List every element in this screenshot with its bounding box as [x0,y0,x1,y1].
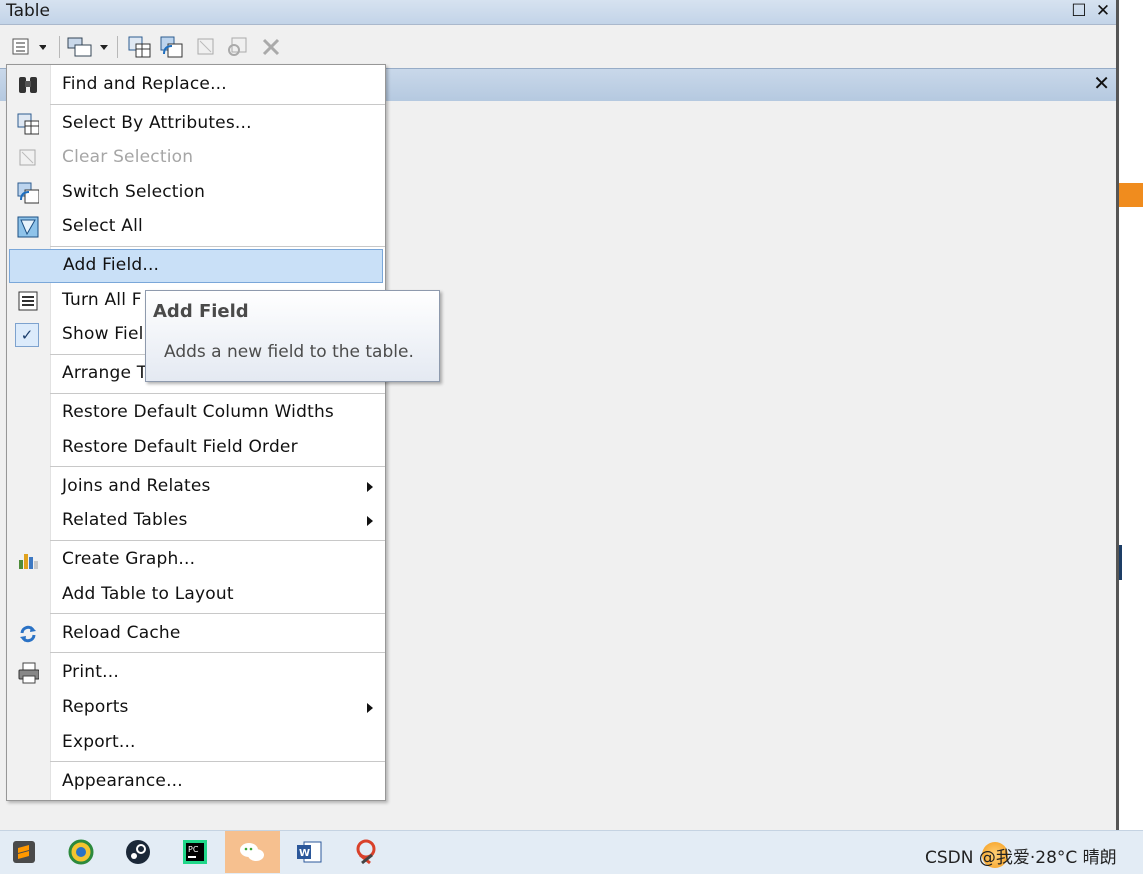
menu-item-create-graph[interactable]: Create Graph... [7,543,385,577]
close-tab-icon[interactable]: ✕ [1093,71,1110,95]
word-icon[interactable]: W [295,838,323,866]
tooltip-description: Adds a new field to the table. [164,342,414,362]
menu-item-label: Export... [62,732,136,752]
related-tables-icon [67,37,108,57]
snipping-tool-icon[interactable] [352,838,380,866]
menu-item-add-table-to-layout[interactable]: Add Table to Layout [7,578,385,612]
menu-separator [50,540,385,541]
clear-selection-toolbar-button[interactable] [196,36,216,58]
menu-item-label: Add Field... [63,255,160,275]
menu-separator [50,246,385,247]
menu-item-restore-column-widths[interactable]: Restore Default Column Widths [7,396,385,430]
menu-item-reload-cache[interactable]: Reload Cache [7,617,385,651]
checkmark-icon: ✓ [15,323,39,347]
menu-item-label: Create Graph... [62,549,196,569]
menu-item-label: Related Tables [62,510,188,530]
printer-icon [18,662,39,684]
table-options-button[interactable] [12,36,46,58]
menu-item-label: Turn All F [62,290,142,310]
tooltip-title: Add Field [153,301,249,322]
svg-text:PC: PC [188,845,199,854]
select-by-attributes-icon [128,36,151,58]
menu-separator [50,613,385,614]
switch-selection-icon [17,182,39,204]
menu-item-label: Joins and Relates [62,476,211,496]
menu-item-export[interactable]: Export... [7,726,385,760]
svg-text:W: W [299,848,310,859]
menu-separator [50,393,385,394]
window-title: Table [6,1,50,21]
menu-item-label: Find and Replace... [62,74,227,94]
menu-item-label: Restore Default Column Widths [62,402,334,422]
menu-item-label: Show Fiel [62,324,144,344]
maximize-button[interactable]: ☐ [1068,0,1090,22]
related-tables-button[interactable] [67,36,109,58]
submenu-arrow-icon [367,482,373,492]
clear-selection-icon [19,149,36,166]
menu-item-label: Print... [62,662,119,682]
menu-item-label: Select All [62,216,143,236]
field-list-icon [18,291,38,311]
menu-item-find-and-replace[interactable]: Find and Replace... [7,68,385,102]
select-by-attributes-icon [17,113,39,135]
title-bar: Table ☐ ✕ [0,0,1118,25]
menu-item-label: Add Table to Layout [62,584,234,604]
pycharm-icon[interactable]: PC [181,838,209,866]
wechat-icon[interactable] [238,838,266,866]
menu-separator [50,652,385,653]
zoom-to-selected-icon [228,37,247,56]
menu-item-print[interactable]: Print... [7,656,385,690]
toolbar-separator [117,36,118,58]
menu-item-add-field[interactable]: Add Field... [9,249,383,283]
menu-item-select-all[interactable]: Select All [7,210,385,244]
browser-icon[interactable] [67,838,95,866]
binoculars-icon [19,77,37,93]
table-options-menu: Find and Replace... Select By Attributes… [6,64,386,801]
menu-item-label: Clear Selection [62,147,194,167]
table-options-icon [12,38,46,55]
menu-item-reports[interactable]: Reports [7,691,385,725]
menu-separator [50,761,385,762]
menu-item-appearance[interactable]: Appearance... [7,765,385,799]
menu-separator [50,466,385,467]
menu-item-select-by-attributes[interactable]: Select By Attributes... [7,107,385,141]
menu-item-label: Restore Default Field Order [62,437,298,457]
delete-icon [262,38,280,56]
menu-item-restore-field-order[interactable]: Restore Default Field Order [7,431,385,465]
switch-selection-toolbar-button[interactable] [160,36,184,58]
map-feature [1119,183,1143,207]
select-by-attributes-toolbar-button[interactable] [128,36,152,58]
map-feature [1119,545,1122,580]
menu-item-label: Reports [62,697,129,717]
menu-item-joins-and-relates[interactable]: Joins and Relates [7,470,385,504]
zoom-to-selected-toolbar-button[interactable] [226,36,250,58]
menu-item-related-tables[interactable]: Related Tables [7,504,385,538]
toolbar-separator [59,36,60,58]
select-all-icon [17,216,39,238]
add-field-tooltip: Add Field Adds a new field to the table. [145,290,440,382]
close-window-button[interactable]: ✕ [1092,0,1114,22]
bar-graph-icon [19,554,38,569]
reload-icon [20,625,36,643]
menu-item-label: Reload Cache [62,623,181,643]
clear-selection-icon [197,38,214,55]
submenu-arrow-icon [367,703,373,713]
steam-icon[interactable] [124,838,152,866]
menu-item-label: Switch Selection [62,182,206,202]
menu-item-label: Appearance... [62,771,183,791]
tray-weather-text: CSDN @我爱·28°C 晴朗 [925,848,1117,868]
menu-item-label: Select By Attributes... [62,113,252,133]
sublime-text-icon[interactable] [10,838,38,866]
menu-item-clear-selection[interactable]: Clear Selection [7,141,385,175]
menu-separator [50,104,385,105]
delete-selected-toolbar-button[interactable] [262,36,280,58]
menu-item-switch-selection[interactable]: Switch Selection [7,176,385,210]
background-map-strip [1119,0,1143,830]
menu-item-label: Arrange T [62,363,148,383]
switch-selection-icon [160,36,183,58]
submenu-arrow-icon [367,516,373,526]
